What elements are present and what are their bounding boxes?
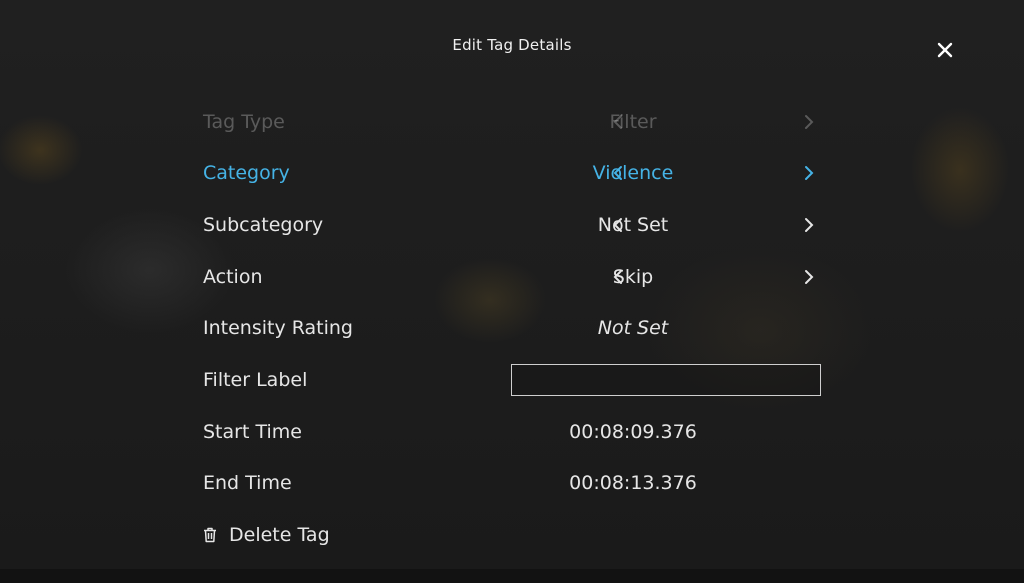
tag-type-next-button[interactable] [799, 110, 819, 134]
tag-type-row[interactable]: Tag Type Filter [203, 102, 823, 142]
end-time-value: 00:08:13.376 [569, 472, 697, 494]
tag-type-label: Tag Type [203, 111, 285, 133]
close-button[interactable] [933, 38, 957, 62]
close-icon [937, 42, 953, 58]
edit-tag-dialog: Edit Tag Details Tag Type Filter Categor… [0, 0, 1024, 583]
chevron-right-icon [805, 218, 814, 232]
subcategory-label: Subcategory [203, 214, 324, 236]
intensity-rating-row[interactable]: Intensity Rating Not Set [203, 308, 823, 348]
filter-label-label: Filter Label [203, 369, 308, 391]
dialog-title: Edit Tag Details [452, 36, 572, 54]
intensity-rating-label: Intensity Rating [203, 317, 353, 339]
category-next-button[interactable] [799, 161, 819, 185]
filter-label-input[interactable] [511, 364, 821, 396]
start-time-row[interactable]: Start Time 00:08:09.376 [203, 412, 823, 452]
filter-label-row: Filter Label [203, 360, 823, 400]
start-time-label: Start Time [203, 421, 302, 443]
subcategory-value: Not Set [597, 214, 669, 236]
start-time-value: 00:08:09.376 [569, 421, 697, 443]
end-time-label: End Time [203, 472, 292, 494]
bottom-bar [0, 569, 1024, 583]
subcategory-next-button[interactable] [799, 213, 819, 237]
chevron-right-icon [805, 115, 814, 129]
action-label: Action [203, 266, 263, 288]
delete-tag-label: Delete Tag [229, 524, 330, 546]
delete-tag-button[interactable]: Delete Tag [203, 518, 330, 552]
intensity-rating-value: Not Set [597, 317, 669, 339]
category-value: Violence [592, 162, 674, 184]
category-label: Category [203, 162, 290, 184]
tag-type-value: Filter [609, 111, 657, 133]
action-next-button[interactable] [799, 265, 819, 289]
end-time-row[interactable]: End Time 00:08:13.376 [203, 463, 823, 503]
chevron-right-icon [805, 166, 814, 180]
subcategory-row[interactable]: Subcategory Not Set [203, 205, 823, 245]
action-row[interactable]: Action Skip [203, 257, 823, 297]
trash-icon [204, 527, 216, 543]
category-row[interactable]: Category Violence [203, 153, 823, 193]
action-value: Skip [612, 266, 654, 288]
chevron-right-icon [805, 270, 814, 284]
